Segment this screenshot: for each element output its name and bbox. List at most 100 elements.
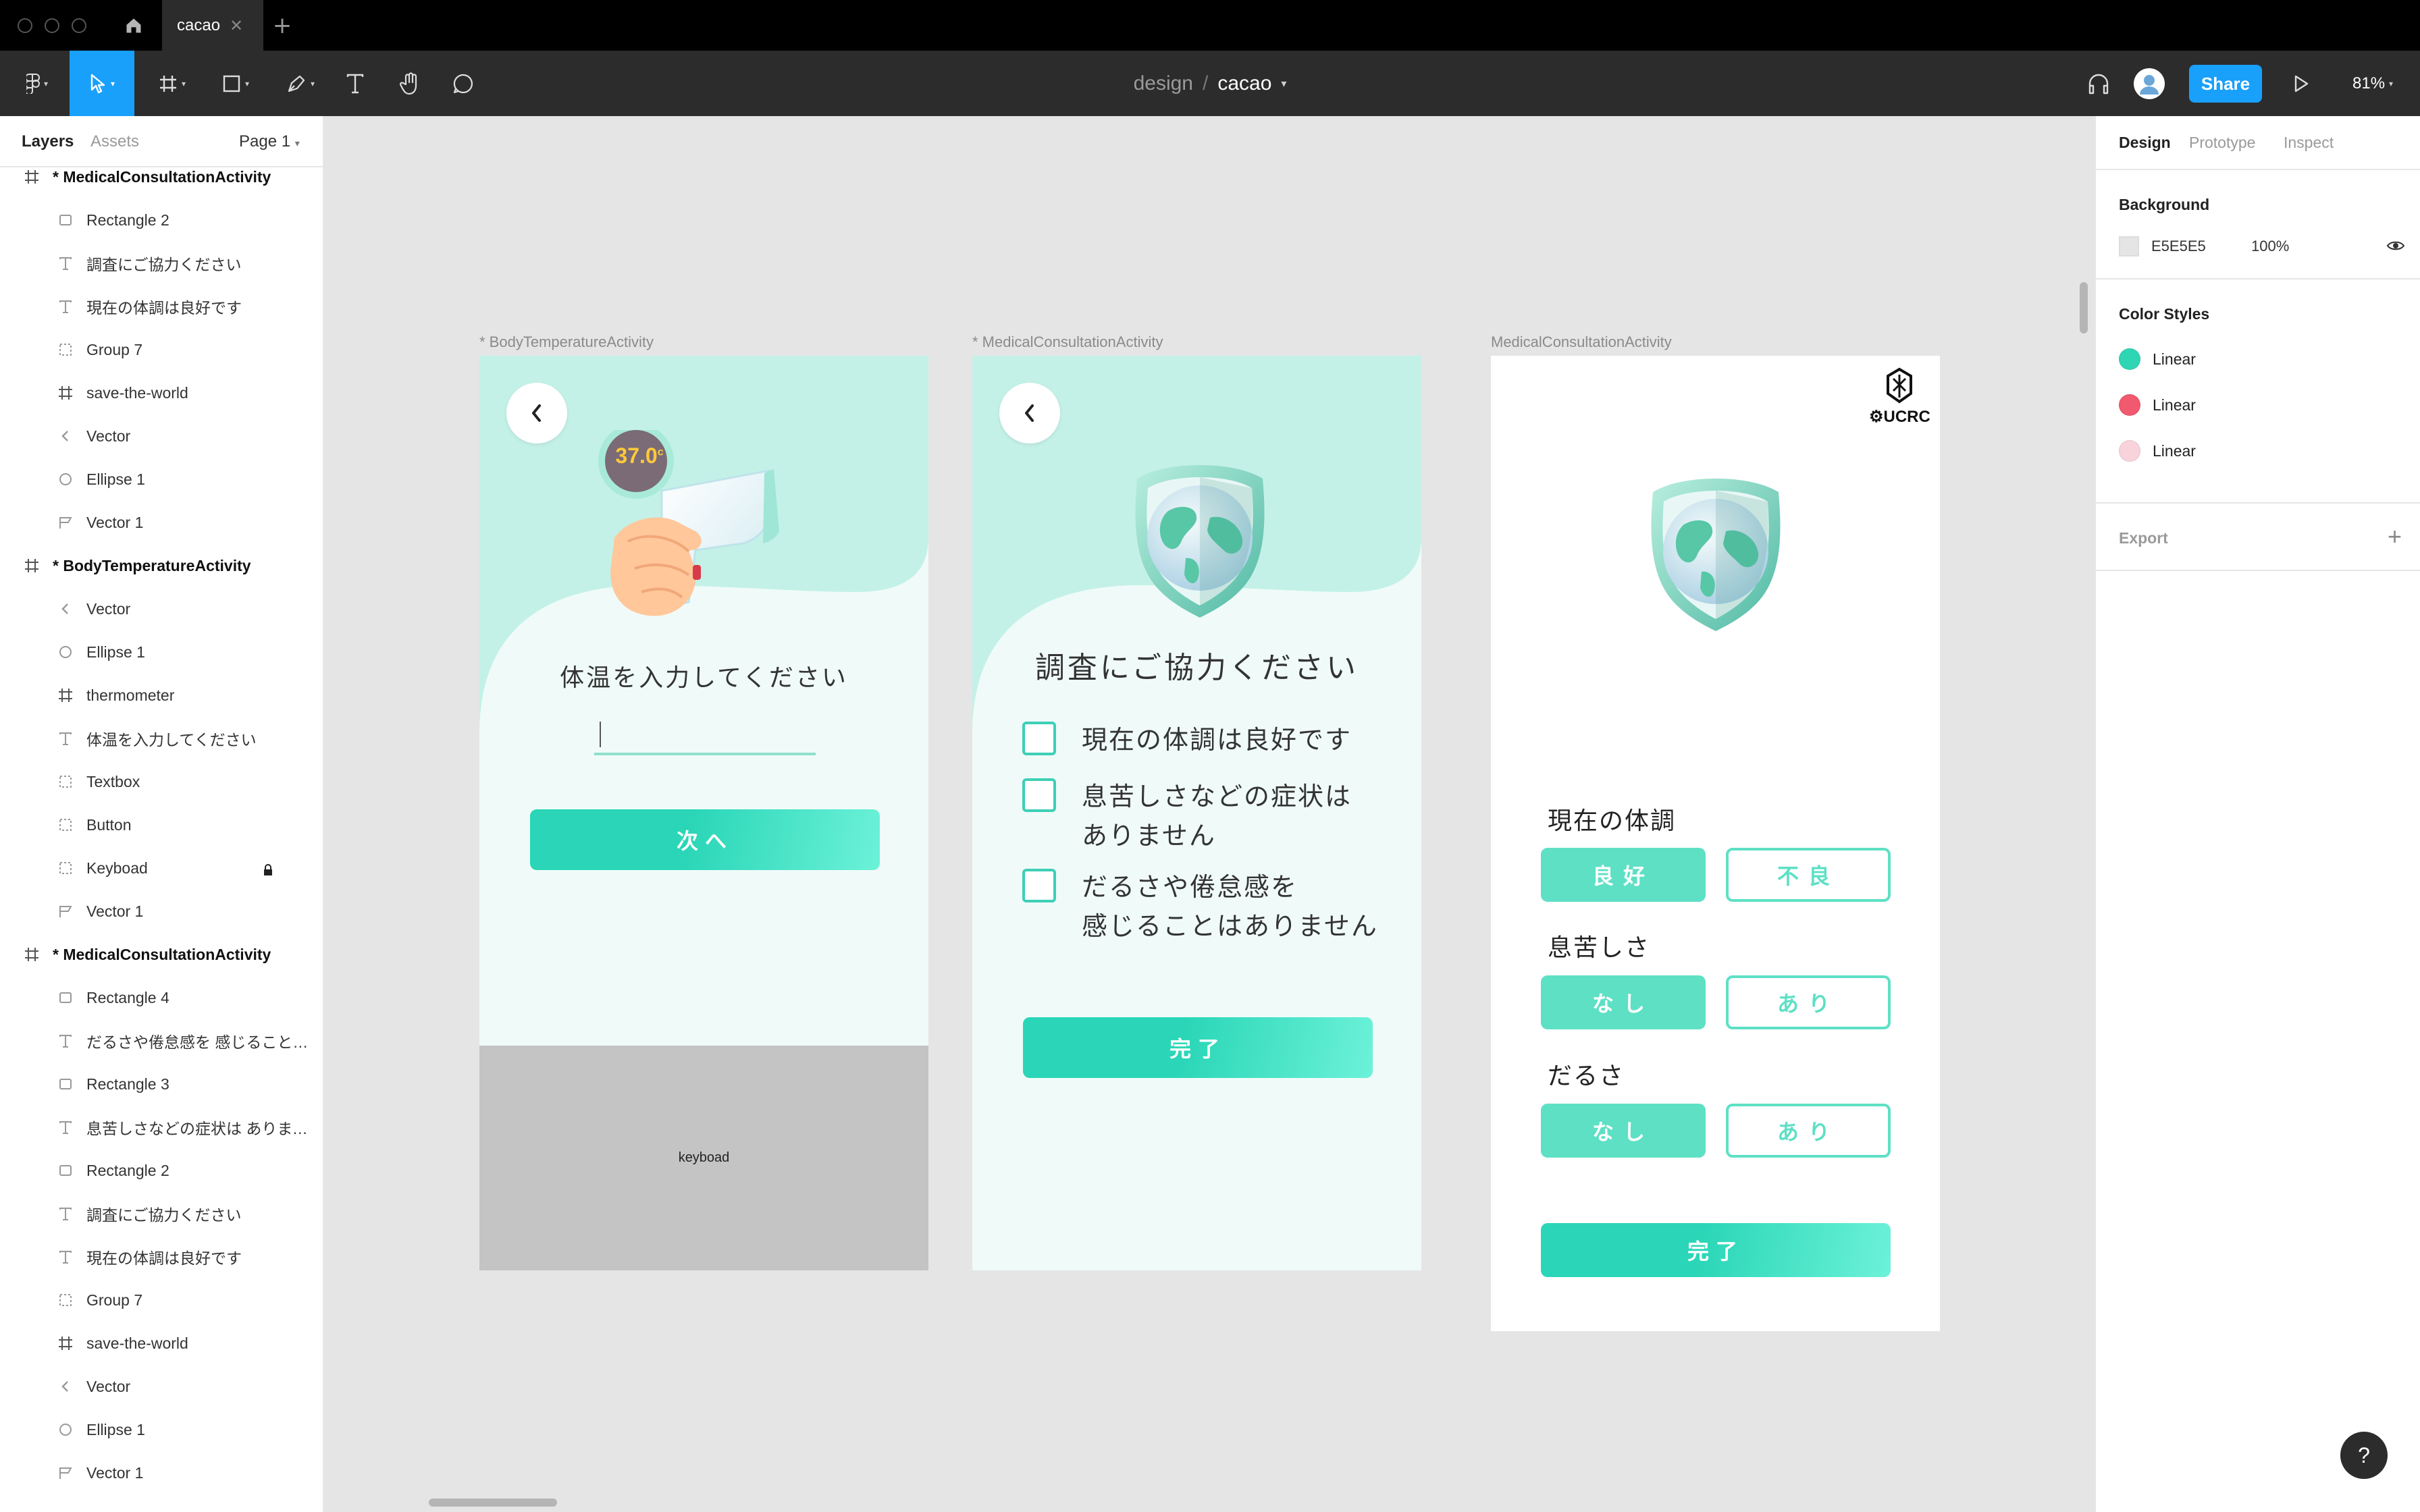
layer-row[interactable]: Button	[0, 803, 323, 846]
chevron-down-icon[interactable]: ▾	[1281, 77, 1286, 90]
layer-row[interactable]: Ellipse 1	[0, 630, 323, 674]
layer-row[interactable]: 現在の体調は良好です	[0, 285, 323, 328]
question-mark-icon: ?	[2358, 1442, 2370, 1467]
hand-tool[interactable]	[396, 51, 425, 116]
eye-icon[interactable]	[2386, 239, 2405, 252]
tab-layers[interactable]: Layers	[22, 132, 74, 151]
check-row-condition-good[interactable]: 現在の体調は良好です	[1022, 720, 1352, 759]
layer-frame-row[interactable]: * MedicalConsultationActivity	[0, 155, 323, 198]
color-style-item[interactable]: Linear	[2119, 348, 2196, 370]
frame-medical-consultation-checklist[interactable]: 調査にご協力ください 現在の体調は良好です 息苦しさなどの症状は ありません だる…	[972, 356, 1421, 1270]
file-tab[interactable]: cacao ✕	[162, 0, 263, 51]
layer-row[interactable]: save-the-world	[0, 371, 323, 414]
lock-icon[interactable]	[263, 862, 273, 875]
layer-row[interactable]: Vector 1	[0, 890, 323, 933]
layer-row[interactable]: 調査にご協力ください	[0, 1192, 323, 1235]
main-menu-button[interactable]: ▾	[14, 51, 61, 116]
frame-medical-consultation-options[interactable]: ⚙UCRC 現在の体調 良好 不良 息苦しさ なし あり だるさ なし あり 完…	[1491, 356, 1940, 1331]
layer-row[interactable]: Textbox	[0, 760, 323, 803]
layer-frame-row[interactable]: * MedicalConsultationActivity	[0, 933, 323, 976]
page-selector[interactable]: Page 1 ▾	[239, 132, 300, 151]
temperature-input[interactable]	[594, 713, 816, 755]
layer-row[interactable]: 現在の体調は良好です	[0, 1235, 323, 1278]
audio-button[interactable]	[2085, 51, 2112, 116]
color-style-item[interactable]: Linear	[2119, 394, 2196, 416]
layer-row[interactable]: Rectangle 4	[0, 976, 323, 1019]
layer-frame-row[interactable]: * BodyTemperatureActivity	[0, 544, 323, 587]
option-yes-button[interactable]: あり	[1726, 975, 1891, 1029]
frame-icon	[23, 168, 41, 186]
done-button[interactable]: 完了	[1541, 1223, 1891, 1277]
checkbox[interactable]	[1022, 778, 1056, 812]
window-zoom-button[interactable]	[72, 18, 86, 33]
option-none-button[interactable]: なし	[1541, 1104, 1706, 1158]
checkbox[interactable]	[1022, 869, 1056, 902]
frame-tool[interactable]: ▾	[150, 51, 194, 116]
frame-label-medical-consultation-2[interactable]: MedicalConsultationActivity	[1491, 333, 1672, 351]
frame-label-body-temperature[interactable]: * BodyTemperatureActivity	[479, 333, 654, 351]
layer-row[interactable]: Vector	[0, 1365, 323, 1408]
tab-inspect[interactable]: Inspect	[2284, 134, 2334, 152]
new-tab-button[interactable]: +	[269, 12, 296, 39]
next-button[interactable]: 次へ	[530, 809, 880, 870]
vertical-scrollbar[interactable]	[2080, 282, 2088, 333]
home-button[interactable]	[119, 11, 149, 40]
layer-row[interactable]: Group 7	[0, 1278, 323, 1322]
window-close-button[interactable]	[18, 18, 32, 33]
avatar[interactable]	[2132, 51, 2166, 116]
help-button[interactable]: ?	[2340, 1432, 2388, 1479]
breadcrumb-project[interactable]: design	[1134, 72, 1193, 95]
layer-row[interactable]: Vector 1	[0, 1451, 323, 1494]
layer-row[interactable]: Group 7	[0, 328, 323, 371]
back-button[interactable]	[506, 383, 567, 443]
back-button[interactable]	[999, 383, 1060, 443]
vector-path-icon	[57, 514, 74, 531]
layer-row[interactable]: Vector 1	[0, 501, 323, 544]
layer-row[interactable]: Ellipse 1	[0, 458, 323, 501]
canvas[interactable]: * BodyTemperatureActivity 37.0c 体温を入力してく…	[324, 116, 2095, 1512]
close-tab-icon[interactable]: ✕	[230, 16, 243, 35]
layer-row[interactable]: Vector	[0, 414, 323, 458]
pen-tool[interactable]: ▾	[278, 51, 323, 116]
layer-row[interactable]: Rectangle 3	[0, 1062, 323, 1106]
layer-row[interactable]: 調査にご協力ください	[0, 242, 323, 285]
tab-assets[interactable]: Assets	[90, 132, 139, 151]
horizontal-scrollbar[interactable]	[429, 1498, 557, 1507]
frame-body-temperature[interactable]: 37.0c 体温を入力してください 次へ keyboad	[479, 356, 928, 1270]
option-yes-button[interactable]: あり	[1726, 1104, 1891, 1158]
background-opacity[interactable]: 100%	[2251, 238, 2289, 255]
checkbox[interactable]	[1022, 722, 1056, 755]
layer-row[interactable]: 息苦しさなどの症状は ありませ...	[0, 1106, 323, 1149]
share-button[interactable]: Share	[2189, 65, 2262, 103]
background-hex[interactable]: E5E5E5	[2151, 238, 2206, 255]
layer-row[interactable]: Vector	[0, 587, 323, 630]
layer-row[interactable]: だるさや倦怠感を 感じることは...	[0, 1019, 323, 1062]
frame-label-medical-consultation-1[interactable]: * MedicalConsultationActivity	[972, 333, 1163, 351]
comment-tool[interactable]	[448, 51, 478, 116]
check-row-no-fatigue[interactable]: だるさや倦怠感を 感じることはありません	[1022, 867, 1378, 946]
background-swatch[interactable]	[2119, 236, 2139, 256]
text-tool[interactable]	[342, 51, 369, 116]
shape-tool[interactable]: ▾	[213, 51, 258, 116]
color-style-item[interactable]: Linear	[2119, 440, 2196, 462]
layer-row[interactable]: Ellipse 1	[0, 1408, 323, 1451]
present-button[interactable]	[2286, 51, 2316, 116]
tab-prototype[interactable]: Prototype	[2189, 134, 2255, 152]
window-minimize-button[interactable]	[45, 18, 59, 33]
option-none-button[interactable]: なし	[1541, 975, 1706, 1029]
layer-row[interactable]: 体温を入力してください	[0, 717, 323, 760]
tab-design[interactable]: Design	[2119, 134, 2171, 152]
move-tool[interactable]: ▾	[70, 51, 134, 116]
layer-row[interactable]: Keyboad	[0, 846, 323, 890]
breadcrumb-file[interactable]: cacao	[1217, 72, 1271, 95]
add-export-icon[interactable]: +	[2388, 522, 2402, 551]
option-bad-button[interactable]: 不良	[1726, 848, 1891, 902]
layer-row[interactable]: Rectangle 2	[0, 1149, 323, 1192]
option-good-button[interactable]: 良好	[1541, 848, 1706, 902]
zoom-dropdown[interactable]: 81% ▾	[2352, 51, 2393, 116]
layer-row[interactable]: save-the-world	[0, 1322, 323, 1365]
layer-row[interactable]: Rectangle 2	[0, 198, 323, 242]
layer-row[interactable]: thermometer	[0, 674, 323, 717]
check-row-no-breathing-issue[interactable]: 息苦しさなどの症状は ありません	[1022, 777, 1352, 855]
done-button[interactable]: 完了	[1023, 1017, 1373, 1078]
